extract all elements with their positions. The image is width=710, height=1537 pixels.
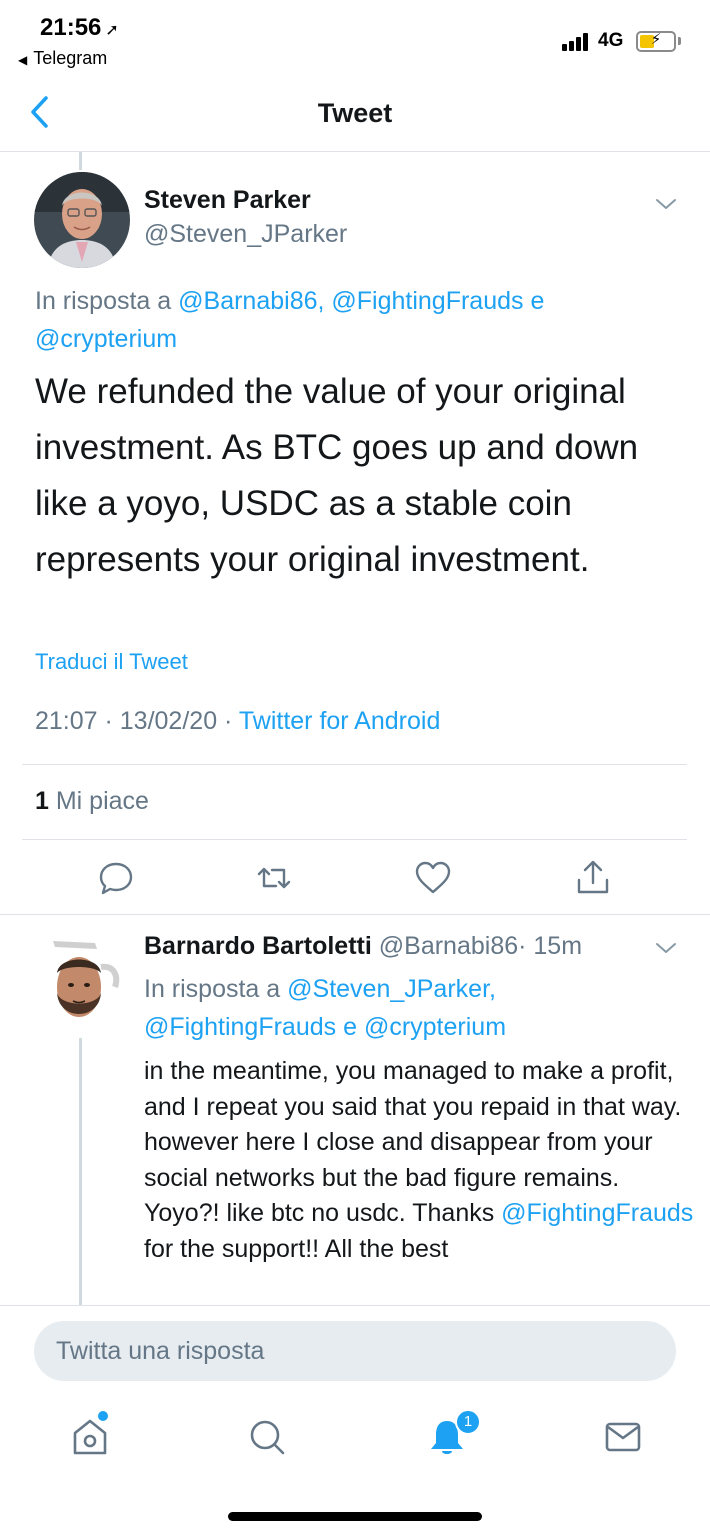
reply-time: · 15m (518, 932, 583, 960)
reply-options-button[interactable] (654, 940, 678, 956)
tab-messages[interactable] (603, 1415, 643, 1459)
reply-mention-link[interactable]: @FightingFrauds (144, 1013, 336, 1041)
divider (22, 839, 687, 840)
back-triangle-icon: ◀ (18, 53, 28, 67)
reply-prefix: In risposta a (144, 975, 281, 1003)
reply-author-handle[interactable]: @Barnabi86 (379, 932, 518, 960)
like-count-label: Mi piace (55, 787, 149, 815)
reply-context: In risposta a @Steven_JParker, @Fighting… (144, 970, 684, 1046)
battery-cap (678, 37, 681, 45)
page-title: Tweet (317, 98, 393, 128)
reply-conjunction[interactable]: e (343, 1013, 357, 1041)
battery-icon: ⚡ (636, 31, 676, 52)
tweet-meta: 21:07 · 13/02/20 · Twitter for Android (35, 707, 440, 736)
tweet-timestamp: 21:07 · 13/02/20 · (35, 707, 233, 735)
home-indicator[interactable] (228, 1512, 482, 1521)
reply-mention-link[interactable]: @crypterium (364, 1013, 506, 1041)
heart-icon (415, 861, 451, 894)
charging-bolt-icon: ⚡ (650, 31, 662, 48)
reply-text-mention[interactable]: @FightingFrauds (501, 1199, 693, 1227)
back-to-telegram-link[interactable]: ◀ Telegram (18, 48, 107, 69)
tab-search[interactable] (247, 1415, 287, 1459)
translate-tweet-link[interactable]: Traduci il Tweet (35, 649, 188, 675)
reply-input[interactable] (34, 1321, 676, 1381)
tweet-source-link[interactable]: Twitter for Android (239, 707, 440, 735)
nav-bar: Tweet (0, 78, 710, 152)
envelope-icon (605, 1422, 641, 1452)
reply-mention-link[interactable]: @crypterium (35, 325, 177, 353)
tab-bar: 1 (0, 1397, 710, 1537)
share-icon (577, 860, 609, 894)
reply-bubble-icon (99, 862, 133, 895)
status-bar: 21:56 ➚ ◀ Telegram 4G ⚡ (0, 0, 710, 78)
section-divider (0, 914, 710, 915)
chevron-down-icon (656, 943, 676, 953)
reply-mention-link[interactable]: @Steven_JParker, (287, 975, 496, 1003)
like-count-number: 1 (35, 787, 49, 815)
status-time-text: 21:56 (40, 14, 102, 41)
retweet-button[interactable] (254, 858, 294, 898)
retweet-icon (257, 867, 291, 889)
tweet-options-button[interactable] (654, 196, 678, 212)
back-app-label: Telegram (33, 48, 108, 68)
reply-prefix: In risposta a (35, 287, 172, 315)
reply-composer (0, 1305, 710, 1397)
reply-author-name[interactable]: Barnardo Bartoletti (144, 932, 372, 960)
divider (22, 764, 687, 765)
reply-button[interactable] (96, 858, 136, 898)
cellular-signal-icon (562, 33, 594, 51)
avatar-steven-parker[interactable] (34, 172, 130, 268)
likes-count[interactable]: 1 Mi piace (35, 787, 149, 816)
reply-context: In risposta a @Barnabi86, @FightingFraud… (35, 282, 675, 358)
tweet-actions (0, 852, 710, 906)
avatar-image (53, 941, 120, 1017)
search-icon (250, 1420, 285, 1455)
avatar-image (34, 172, 130, 268)
reply-conjunction[interactable]: e (530, 287, 544, 315)
author-handle[interactable]: @Steven_JParker (144, 220, 347, 249)
home-new-indicator (98, 1411, 108, 1421)
notification-badge: 1 (455, 1409, 481, 1435)
reply-text: in the meantime, you managed to make a p… (144, 1054, 694, 1267)
tweet-text: We refunded the value of your original i… (35, 372, 639, 579)
status-time: 21:56 ➚ (40, 14, 119, 42)
reply-header: Barnardo Bartoletti @Barnabi86· 15m (144, 932, 582, 961)
thread-line (79, 152, 82, 170)
location-arrow-icon: ➚ (105, 22, 119, 39)
tab-home[interactable] (70, 1415, 110, 1459)
share-button[interactable] (573, 858, 613, 898)
reply-text-part: for the support!! All the best (144, 1234, 449, 1263)
reply-mention-link[interactable]: @Barnabi86, @FightingFrauds (178, 287, 523, 315)
chevron-down-icon (656, 199, 676, 209)
like-button[interactable] (413, 858, 453, 898)
author-name[interactable]: Steven Parker (144, 186, 311, 215)
avatar-barnardo-bartoletti[interactable] (35, 937, 125, 1032)
home-icon (73, 1419, 107, 1455)
network-type: 4G (598, 30, 624, 51)
thread-line (79, 1038, 82, 1306)
